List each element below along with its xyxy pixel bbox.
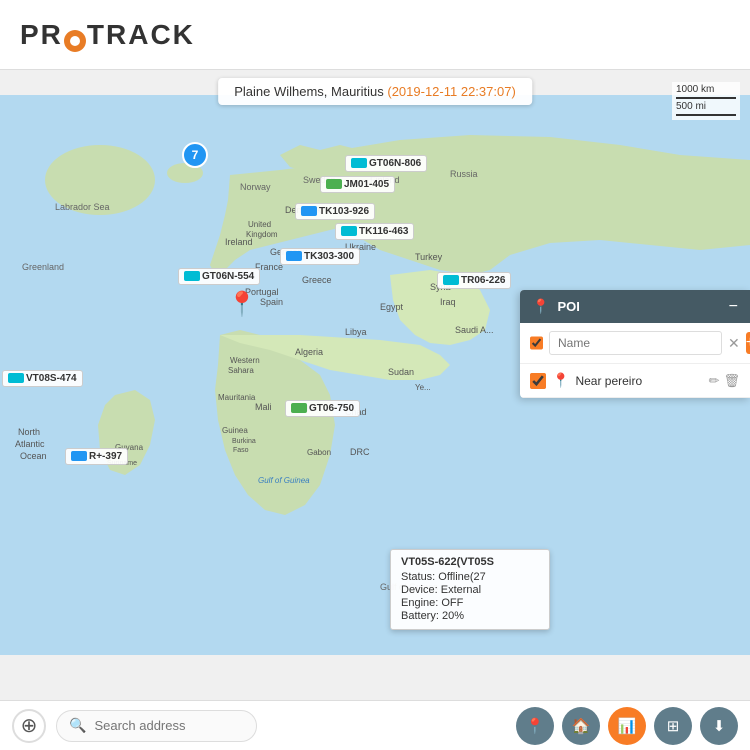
svg-text:Atlantic: Atlantic <box>15 439 45 449</box>
svg-text:Mauritania: Mauritania <box>218 393 256 402</box>
svg-text:Gabon: Gabon <box>307 448 331 457</box>
download-button[interactable]: ⬇ <box>700 707 738 745</box>
poi-item-actions: ✏ 🗑 <box>709 373 740 389</box>
logo: PRTRACK <box>20 19 195 51</box>
svg-text:Burkina: Burkina <box>232 438 256 445</box>
location-bar: Plaine Wilhems, Mauritius (2019-12-11 22… <box>218 78 532 105</box>
scale-mi: 500 mi <box>676 101 736 112</box>
vehicle-popup[interactable]: VT05S-622(VT05S Status: Offline(27 Devic… <box>390 549 550 630</box>
vehicle-icon <box>341 226 357 236</box>
poi-search-input[interactable] <box>549 331 722 355</box>
svg-text:Greece: Greece <box>302 275 332 285</box>
location-date: (2019-12-11 22:37:07) <box>387 84 515 99</box>
svg-text:Western: Western <box>230 356 260 365</box>
vehicle-label[interactable]: JM01-405 <box>320 176 395 193</box>
vehicle-label[interactable]: GT06N-554 <box>178 268 260 285</box>
poi-item-label: Near pereiro <box>575 374 702 388</box>
svg-text:North: North <box>18 427 40 437</box>
poi-item-delete-icon[interactable]: 🗑 <box>723 373 740 389</box>
poi-pin-icon: 📍 <box>532 298 549 315</box>
popup-status: Status: Offline(27 <box>401 571 539 583</box>
cluster-count: 7 <box>192 148 199 162</box>
vehicle-icon <box>286 251 302 261</box>
svg-text:Mali: Mali <box>255 402 272 412</box>
popup-device: Device: External <box>401 584 539 596</box>
search-box[interactable]: 🔍 <box>56 710 257 742</box>
svg-text:Saudi A...: Saudi A... <box>455 325 494 335</box>
svg-text:Faso: Faso <box>233 447 249 454</box>
svg-text:Turkey: Turkey <box>415 252 443 262</box>
poi-title: POI <box>557 299 579 314</box>
svg-text:Spain: Spain <box>260 297 283 307</box>
vehicle-label[interactable]: VT08S-474 <box>2 370 83 387</box>
svg-text:United: United <box>248 220 271 229</box>
popup-title: VT05S-622(VT05S <box>401 556 539 568</box>
poi-item-row: 📍 Near pereiro ✏ 🗑 <box>520 364 750 398</box>
poi-item-edit-icon[interactable]: ✏ <box>709 373 720 389</box>
scale-line-mi <box>676 114 736 116</box>
svg-text:Ocean: Ocean <box>20 451 47 461</box>
poi-panel: 📍 POI − ✕ + 📍 Near pereiro ✏ 🗑 <box>520 290 750 398</box>
search-icon: 🔍 <box>69 717 86 734</box>
svg-text:DRC: DRC <box>350 447 370 457</box>
vehicle-label[interactable]: TR06-226 <box>437 272 511 289</box>
grid-button[interactable]: ⊞ <box>654 707 692 745</box>
scale-bar: 1000 km 500 mi <box>672 82 740 120</box>
svg-text:Russia: Russia <box>450 169 478 179</box>
poi-header-left: 📍 POI <box>532 298 580 315</box>
bottom-bar: ⊕ 🔍 📍 🏠 📊 ⊞ ⬇ <box>0 700 750 750</box>
bottom-right-icons: 📍 🏠 📊 ⊞ ⬇ <box>516 707 738 745</box>
vehicle-icon <box>443 275 459 285</box>
poi-collapse-button[interactable]: − <box>729 299 738 315</box>
map-container[interactable]: Labrador Sea Greenland North Atlantic Oc… <box>0 70 750 680</box>
poi-search-clear[interactable]: ✕ <box>728 335 740 352</box>
svg-text:Libya: Libya <box>345 327 367 337</box>
vehicle-icon <box>71 451 87 461</box>
poi-item-checkbox[interactable] <box>530 373 546 389</box>
cluster-bubble[interactable]: 7 <box>182 142 208 168</box>
popup-engine: Engine: OFF <box>401 597 539 609</box>
poi-add-button[interactable]: + <box>746 332 750 354</box>
vehicle-icon <box>326 179 342 189</box>
logo-icon <box>64 30 86 52</box>
search-input[interactable] <box>94 718 244 733</box>
svg-text:Gulf of Guinea: Gulf of Guinea <box>258 476 310 485</box>
svg-text:Ye...: Ye... <box>415 383 431 392</box>
vehicle-label[interactable]: GT06-750 <box>285 400 360 417</box>
vehicle-label[interactable]: TK303-300 <box>280 248 360 265</box>
svg-text:Labrador Sea: Labrador Sea <box>55 202 110 212</box>
svg-text:Algeria: Algeria <box>295 347 323 357</box>
header: PRTRACK <box>0 0 750 70</box>
vehicle-icon <box>8 373 24 383</box>
vehicle-icon <box>291 403 307 413</box>
svg-text:Sudan: Sudan <box>388 367 414 377</box>
stats-button[interactable]: 📊 <box>608 707 646 745</box>
vehicle-icon <box>301 206 317 216</box>
svg-text:Iraq: Iraq <box>440 297 456 307</box>
svg-text:Ireland: Ireland <box>225 237 253 247</box>
location-text: Plaine Wilhems, Mauritius <box>234 84 384 99</box>
vehicle-icon <box>351 158 367 168</box>
popup-battery: Battery: 20% <box>401 610 539 622</box>
svg-text:Norway: Norway <box>240 182 271 192</box>
poi-search-checkbox[interactable] <box>530 335 543 351</box>
vehicle-icon <box>184 271 200 281</box>
svg-text:Guinea: Guinea <box>222 426 248 435</box>
vehicle-label[interactable]: R+-397 <box>65 448 128 465</box>
svg-text:Greenland: Greenland <box>22 262 64 272</box>
add-location-button[interactable]: ⊕ <box>12 709 46 743</box>
scale-line-km <box>676 97 736 99</box>
svg-text:Egypt: Egypt <box>380 302 404 312</box>
map-pin[interactable]: 📍 <box>227 290 257 319</box>
poi-search-row: ✕ + <box>520 323 750 364</box>
vehicle-label[interactable]: TK103-926 <box>295 203 375 220</box>
vehicle-label[interactable]: TK116-463 <box>335 223 414 240</box>
home-button[interactable]: 🏠 <box>562 707 600 745</box>
poi-panel-header: 📍 POI − <box>520 290 750 323</box>
vehicle-label[interactable]: GT06N-806 <box>345 155 427 172</box>
scale-km: 1000 km <box>676 84 736 95</box>
route-button[interactable]: 📍 <box>516 707 554 745</box>
svg-text:Sahara: Sahara <box>228 366 254 375</box>
poi-item-pin-icon: 📍 <box>552 372 569 389</box>
